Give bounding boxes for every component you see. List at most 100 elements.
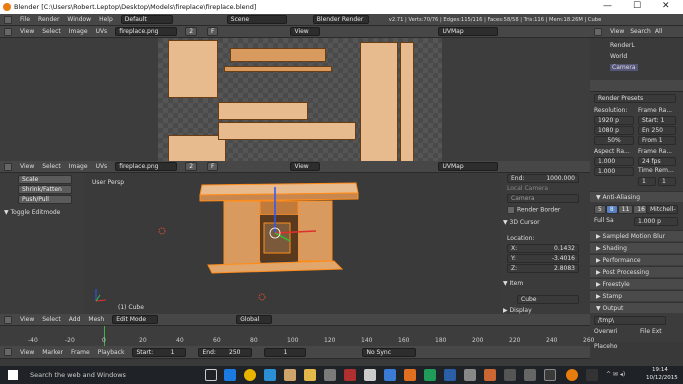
menu-file[interactable]: File [20, 16, 30, 23]
taskbar-date[interactable]: 10/12/2015 [646, 375, 678, 381]
view-selector[interactable]: View [290, 27, 321, 36]
app-icon[interactable] [424, 369, 436, 381]
blender-taskbar-icon[interactable] [566, 369, 578, 381]
viewport-menu-add[interactable]: Add [69, 316, 81, 323]
frame-end-field[interactable]: End: 250 [198, 347, 253, 357]
image-selector[interactable]: fireplace.png [115, 27, 178, 36]
output-section[interactable]: ▼ Output [590, 302, 683, 313]
app-icon[interactable] [404, 369, 416, 381]
frame-end-field[interactable]: En 250 [638, 126, 676, 135]
image-users[interactable]: 2 [185, 162, 198, 171]
timeline-menu-view[interactable]: View [20, 349, 34, 356]
timeline-menu-frame[interactable]: Frame [71, 349, 90, 356]
app-icon[interactable] [504, 369, 516, 381]
fireplace-model[interactable] [84, 173, 499, 314]
aspect-y-field[interactable]: 1.000 [594, 167, 634, 176]
app-icon[interactable] [344, 369, 356, 381]
chrome-icon[interactable] [244, 369, 256, 381]
sync-mode-selector[interactable]: No Sync [362, 347, 417, 357]
uv-editor-top-area[interactable] [0, 38, 590, 193]
fps-selector[interactable]: 24 fps [638, 157, 676, 166]
menu-render[interactable]: Render [38, 16, 59, 23]
scale-button[interactable]: Scale [18, 175, 72, 184]
app-icon[interactable] [464, 369, 476, 381]
editor-type-icon[interactable] [4, 27, 12, 36]
toggle-editmode-section[interactable]: ▼ Toggle Editmode [4, 209, 60, 216]
app-icon[interactable] [544, 369, 556, 381]
app-icon[interactable] [484, 369, 496, 381]
viewport-menu-mesh[interactable]: Mesh [88, 316, 104, 323]
image-selector[interactable]: fireplace.png [115, 162, 178, 171]
outliner-menu-search[interactable]: Search [630, 28, 651, 35]
time-remap-new-field[interactable]: 1 [658, 177, 676, 186]
editor-type-icon[interactable] [4, 15, 12, 24]
timeline-menu-marker[interactable]: Marker [42, 349, 63, 356]
fake-user-button[interactable]: F [207, 162, 219, 171]
properties-tabs[interactable] [590, 80, 683, 92]
frame-start-field[interactable]: Start: 1 [132, 347, 187, 357]
current-frame-field[interactable]: 1 [264, 347, 307, 357]
image-users[interactable]: 2 [185, 27, 198, 36]
aa-sample-8[interactable]: 8 [605, 205, 618, 214]
fake-user-button[interactable]: F [207, 27, 219, 36]
app-icon[interactable] [586, 369, 598, 381]
full-sample-checkbox[interactable]: Full Sa [594, 217, 614, 224]
taskbar-time[interactable]: 19:14 [652, 367, 668, 373]
close-button[interactable]: ✕ [662, 1, 670, 11]
post-processing-section[interactable]: ▶ Post Processing [590, 266, 683, 277]
editor-type-icon[interactable] [594, 27, 602, 36]
uv-menu-select[interactable]: Select [42, 163, 61, 170]
timeline-ruler[interactable]: -40 -20 0 20 40 60 80 100 120 140 160 180 200 220 240 2… [0, 326, 594, 346]
item-name-field[interactable]: Cube [517, 295, 579, 304]
anti-aliasing-section[interactable]: ▼ Anti-Aliasing [590, 191, 683, 202]
overwrite-checkbox[interactable]: Overwri [594, 328, 617, 335]
tray-icons[interactable]: ^ ✉ ◂) [606, 371, 625, 378]
editor-type-icon[interactable] [4, 315, 12, 324]
uv-menu-select[interactable]: Select [42, 28, 61, 35]
editor-type-icon[interactable] [4, 162, 12, 171]
aa-sample-11[interactable]: 11 [617, 205, 634, 214]
resolution-percent-field[interactable]: 50% [594, 136, 634, 145]
frame-start-field[interactable]: Start: 1 [638, 116, 676, 125]
start-button[interactable] [8, 370, 18, 380]
uv-menu-view[interactable]: View [20, 28, 34, 35]
outliner-filter[interactable]: All [655, 28, 662, 35]
sampled-motion-blur-section[interactable]: ▶ Sampled Motion Blur [590, 230, 683, 241]
editor-type-icon[interactable] [4, 348, 12, 356]
app-icon[interactable] [324, 369, 336, 381]
mode-selector[interactable]: Edit Mode [112, 315, 159, 324]
uvmap-selector[interactable]: UVMap [438, 27, 499, 36]
scene-selector[interactable]: Scene [226, 15, 287, 24]
pivot-selector[interactable]: Global [236, 315, 273, 324]
uv-menu-image[interactable]: Image [69, 163, 88, 170]
app-icon[interactable] [384, 369, 396, 381]
outliner-item-renderlayers[interactable]: RenderL [610, 42, 635, 49]
cursor-y-field[interactable]: Y: -3.4016 [507, 254, 579, 263]
app-icon[interactable] [364, 369, 376, 381]
push-pull-button[interactable]: Push/Pull [18, 195, 72, 204]
3d-viewport[interactable]: User Persp (1) Cube [84, 173, 499, 314]
time-remap-old-field[interactable]: 1 [638, 177, 656, 186]
app-icon[interactable] [264, 369, 276, 381]
shading-section[interactable]: ▶ Shading [590, 242, 683, 253]
frame-step-field[interactable]: From 1 [638, 136, 676, 145]
freestyle-section[interactable]: ▶ Freestyle [590, 278, 683, 289]
cursor-z-field[interactable]: Z: 2.8083 [507, 264, 579, 273]
aa-filter-selector[interactable]: Mitchell- [646, 205, 678, 214]
viewport-menu-view[interactable]: View [20, 316, 34, 323]
output-path-field[interactable]: /tmp\ [594, 316, 666, 325]
viewport-menu-select[interactable]: Select [42, 316, 61, 323]
uv-menu-uvs[interactable]: UVs [96, 163, 108, 170]
task-view-icon[interactable] [205, 369, 217, 381]
maximize-button[interactable]: ☐ [633, 1, 641, 11]
file-extensions-checkbox[interactable]: File Ext [640, 328, 662, 335]
performance-section[interactable]: ▶ Performance [590, 254, 683, 265]
camera-field[interactable]: Camera [507, 194, 579, 203]
engine-selector[interactable]: Blender Render [312, 15, 369, 24]
resolution-x-field[interactable]: 1920 p [594, 116, 634, 125]
edge-icon[interactable] [224, 369, 236, 381]
view-selector[interactable]: View [290, 162, 321, 171]
cursor-x-field[interactable]: X: 0.1432 [507, 244, 579, 253]
outliner-item-camera[interactable]: Camera [610, 64, 638, 71]
aspect-x-field[interactable]: 1.000 [594, 157, 634, 166]
